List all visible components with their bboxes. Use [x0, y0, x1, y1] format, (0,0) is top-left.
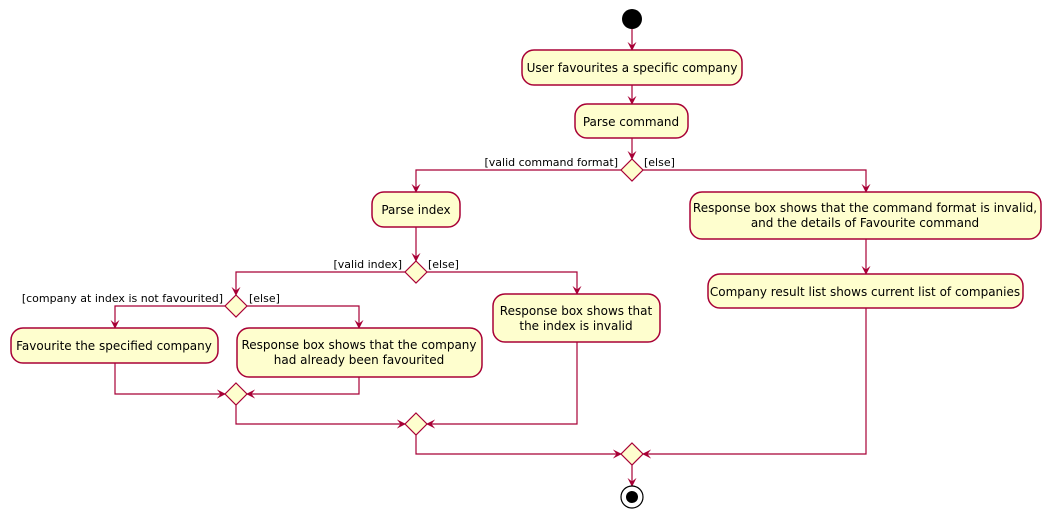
- action-label-line: Response box shows that the command form…: [693, 201, 1037, 215]
- activity-diagram: User favourites a specific company Parse…: [10, 9, 1042, 509]
- action-label-line: Company result list shows current list o…: [710, 285, 1020, 299]
- merge-final: [620, 442, 644, 466]
- action-label-line: and the details of Favourite command: [751, 216, 979, 230]
- edges: [110, 29, 871, 487]
- merge-favourited: [224, 382, 248, 406]
- action-invalid-index-box: [492, 293, 661, 343]
- action-parse-index-label: Parse index: [381, 203, 450, 217]
- guard-valid-command-format: [valid command format]: [484, 156, 618, 169]
- guard-else-favourited: [else]: [249, 292, 280, 305]
- edge-company-list-to-final-merge: [642, 308, 867, 459]
- edge-else-favourited-to-already: [247, 305, 364, 329]
- action-label-line: Response box shows that: [500, 304, 653, 318]
- guard-valid-index: [valid index]: [333, 258, 402, 271]
- action-invalid-index-label: Response box shows that the index is inva…: [500, 304, 653, 333]
- action-company-list-label: Company result list shows current list o…: [710, 285, 1020, 299]
- edge-favourite-to-merge1: [114, 363, 226, 399]
- action-parse-command-label: Parse command: [583, 115, 679, 129]
- action-label-line: Response box shows that the company: [241, 338, 476, 352]
- edge-merge2-to-final-merge: [415, 435, 622, 459]
- decision-favourited: [224, 294, 248, 318]
- action-label-line: Parse command: [583, 115, 679, 129]
- action-favourite-company-label: Favourite the specified company: [16, 339, 212, 353]
- action-label-line: User favourites a specific company: [527, 61, 738, 75]
- edge-valid-format-to-parse-index: [411, 169, 621, 193]
- edge-merge1-to-merge2: [235, 405, 406, 429]
- action-user-favourites-label: User favourites a specific company: [527, 61, 738, 75]
- action-label-line: Parse index: [381, 203, 450, 217]
- merge-index: [404, 412, 428, 436]
- start-node: [622, 9, 642, 29]
- edge-not-favourited-to-favourite: [110, 305, 225, 329]
- edge-else-format-to-invalid-format: [643, 169, 871, 193]
- action-label-line: Favourite the specified company: [16, 339, 212, 353]
- edge-already-to-merge1: [246, 377, 360, 399]
- edge-else-index-to-invalid-index: [427, 271, 582, 295]
- decision-index: [404, 260, 428, 284]
- action-label-line: the index is invalid: [519, 319, 632, 333]
- action-already-favourited-label: Response box shows that the company had a…: [241, 338, 476, 367]
- guard-else-format: [else]: [644, 156, 675, 169]
- guard-else-index: [else]: [428, 258, 459, 271]
- end-node: [620, 485, 644, 509]
- action-label-line: had already been favourited: [274, 353, 444, 367]
- decision-command-format: [620, 158, 644, 182]
- guard-not-favourited: [company at index is not favourited]: [22, 292, 223, 305]
